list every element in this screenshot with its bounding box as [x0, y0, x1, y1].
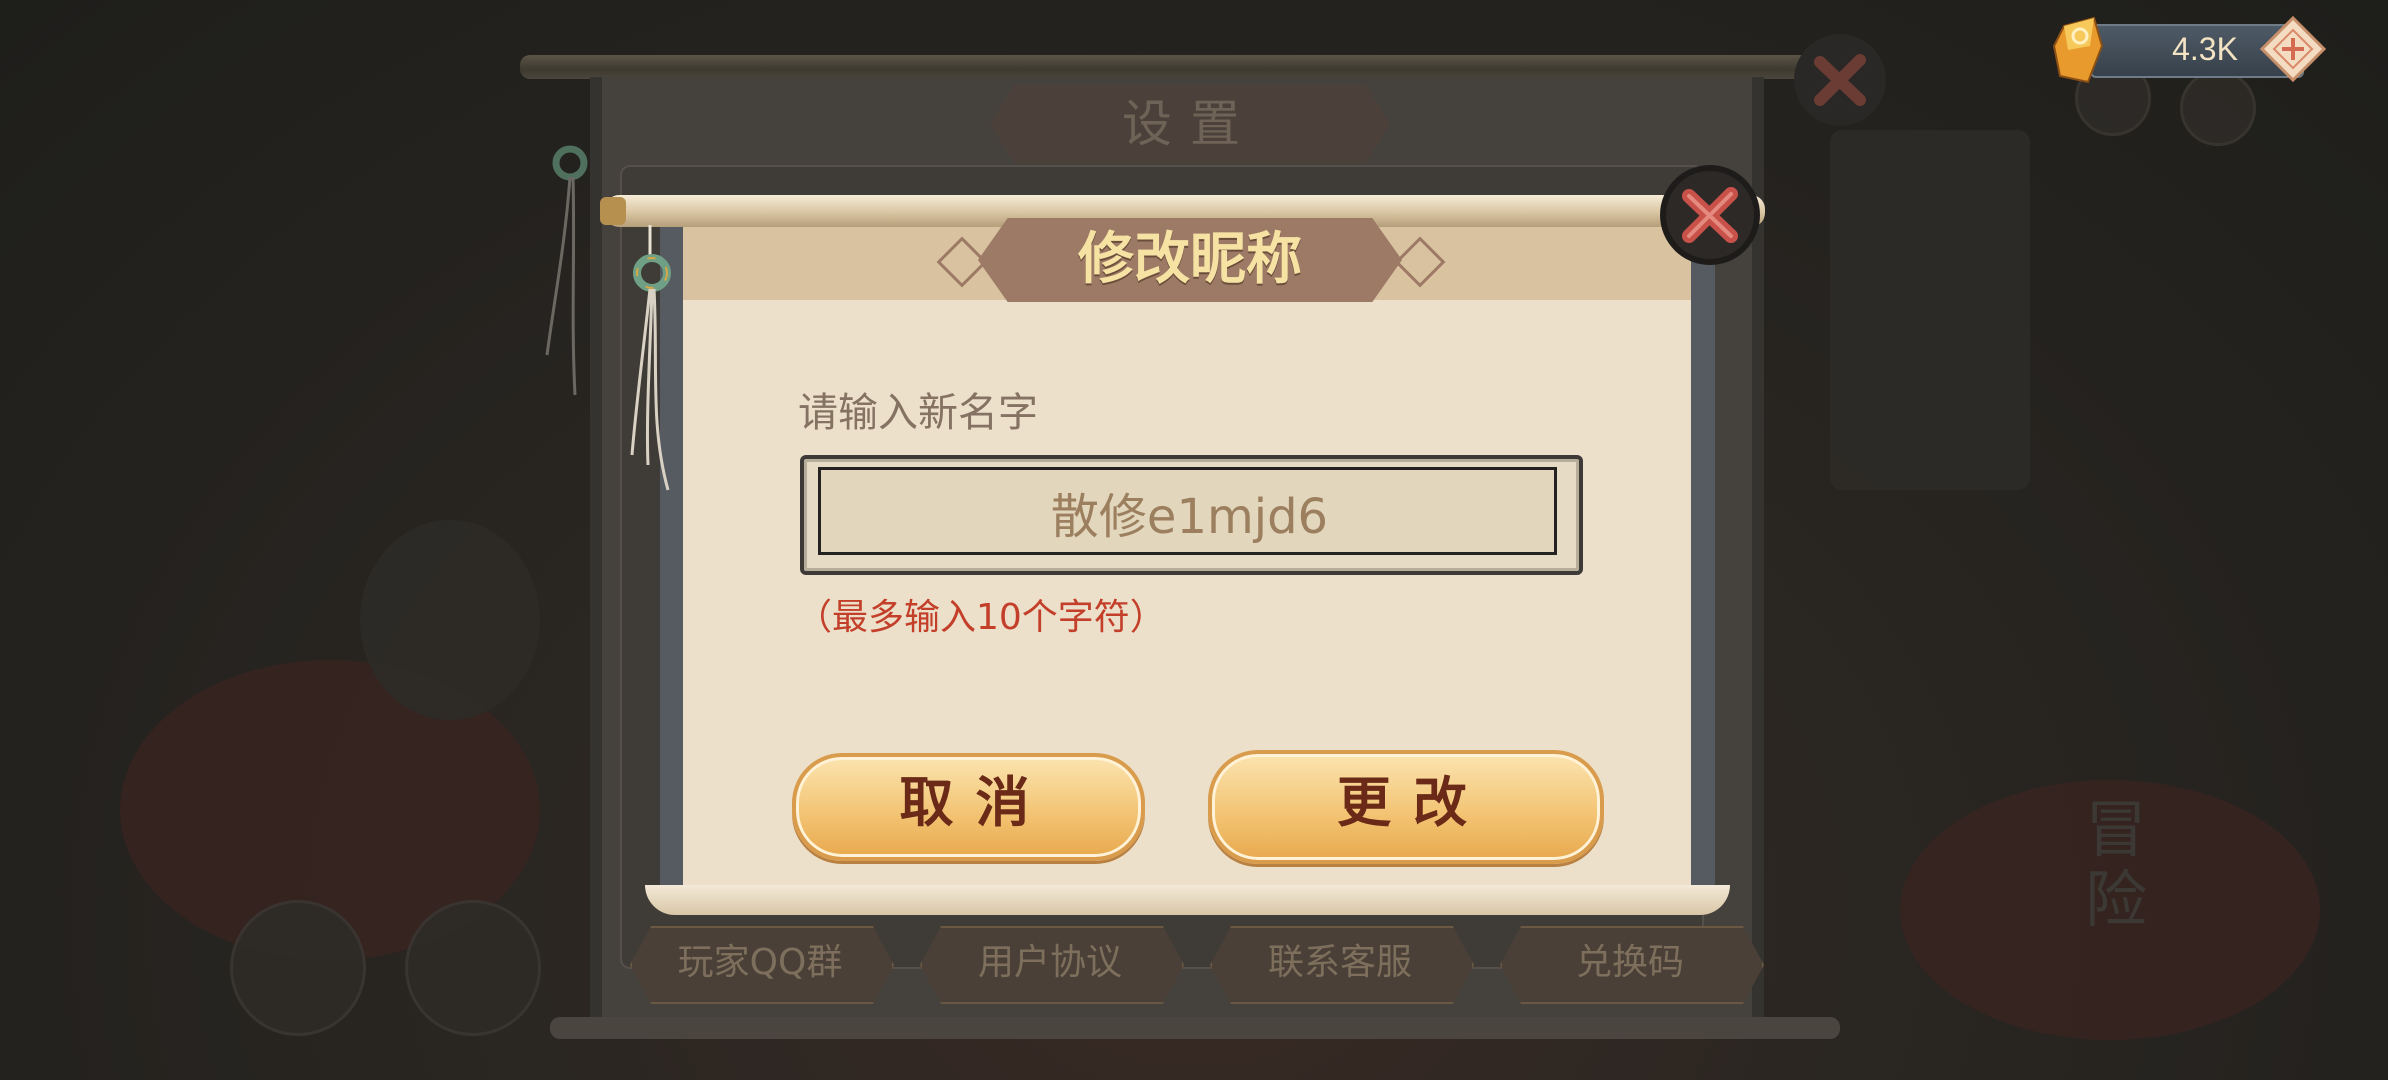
background-decoration: [1830, 130, 2030, 490]
plus-diamond-icon[interactable]: [2260, 16, 2326, 82]
adventure-label[interactable]: 冒险: [2085, 795, 2175, 935]
scroll-rod: [520, 55, 1820, 79]
tab-qq-group[interactable]: 玩家QQ群: [630, 926, 894, 1004]
gold-crystal-icon: [2052, 16, 2104, 84]
name-prompt-label: 请输入新名字: [798, 390, 1038, 436]
currency-display: 4.3K: [2050, 12, 2340, 84]
tab-user-agreement[interactable]: 用户协议: [920, 926, 1184, 1004]
tab-contact-support[interactable]: 联系客服: [1210, 926, 1474, 1004]
close-icon[interactable]: [1655, 160, 1765, 270]
settings-title-text: 设置: [1122, 95, 1258, 153]
tab-label: 用户协议: [977, 942, 1122, 983]
background-decoration: [360, 520, 540, 720]
settings-close-icon[interactable]: [1790, 30, 1890, 130]
jade-pendant-icon: [630, 225, 671, 491]
scroll-bottom-rod: [550, 1017, 1840, 1039]
tab-label: 联系客服: [1267, 942, 1412, 983]
cancel-button[interactable]: 取消: [792, 753, 1145, 861]
dialog-rod-cap: [600, 197, 626, 225]
settings-title: 设置: [950, 85, 1430, 163]
tab-label: 兑换码: [1575, 942, 1684, 983]
nickname-input[interactable]: [818, 467, 1561, 557]
dialog-title: 修改昵称: [936, 218, 1446, 302]
tab-label: 玩家QQ群: [677, 942, 843, 983]
dialog-title-text: 修改昵称: [1078, 227, 1302, 292]
nickname-field-frame: [800, 455, 1583, 575]
confirm-change-button[interactable]: 更改: [1208, 750, 1604, 864]
cancel-button-label: 取消: [899, 771, 1052, 834]
character-limit-hint: （最多输入10个字符）: [796, 597, 1166, 638]
jade-pendant-icon: [545, 145, 588, 396]
bottom-menu-icon[interactable]: [230, 900, 366, 1036]
dialog-bottom-curl: [645, 885, 1730, 915]
confirm-button-label: 更改: [1337, 771, 1489, 834]
tab-redeem-code[interactable]: 兑换码: [1500, 926, 1764, 1004]
